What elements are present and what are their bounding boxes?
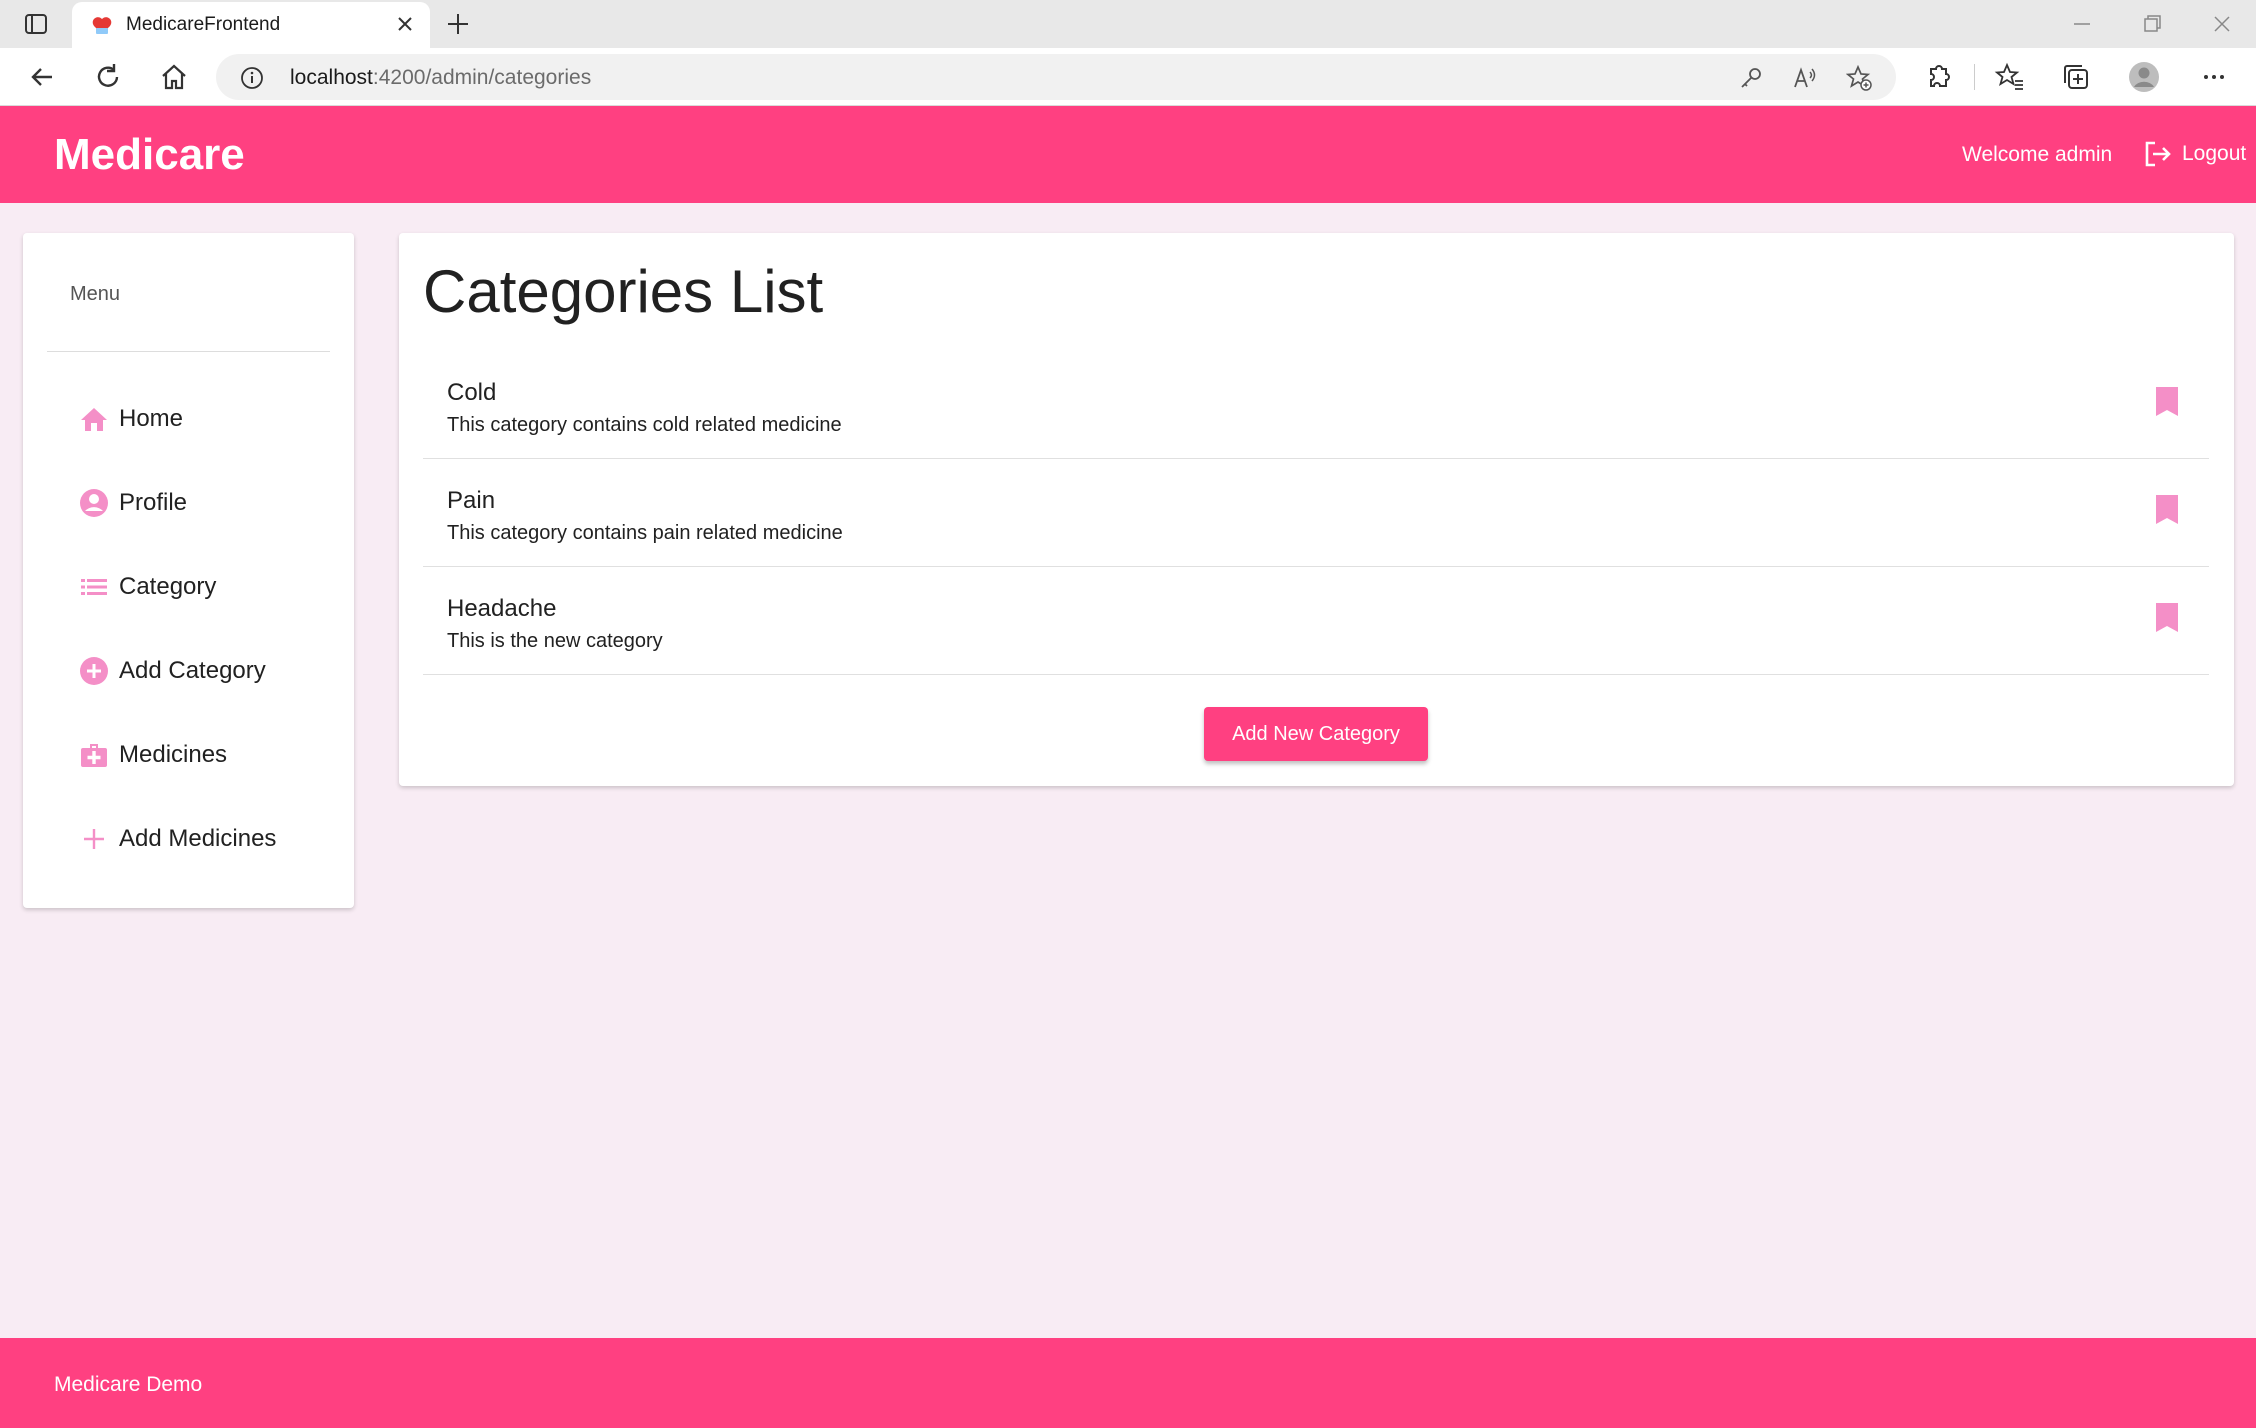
profile-avatar-icon[interactable] xyxy=(2128,61,2160,93)
app-footer: Medicare Demo xyxy=(0,1338,2256,1428)
address-toolbar: localhost:4200/admin/categories xyxy=(0,48,2256,106)
page-title: Categories List xyxy=(423,258,824,325)
category-description: This is the new category xyxy=(447,630,663,652)
bookmark-icon[interactable] xyxy=(2155,495,2179,525)
list-icon xyxy=(81,579,107,595)
bookmark-icon[interactable] xyxy=(2155,603,2179,633)
new-tab-icon[interactable] xyxy=(444,10,472,38)
url-field[interactable]: localhost:4200/admin/categories xyxy=(216,54,1896,100)
logout-icon xyxy=(2145,141,2171,167)
category-name: Pain xyxy=(447,487,496,514)
logout-label: Logout xyxy=(2182,142,2247,165)
close-window-icon[interactable] xyxy=(2208,10,2236,38)
category-name: Cold xyxy=(447,379,497,406)
sidebar-item-category[interactable]: Category xyxy=(78,567,216,607)
back-icon[interactable] xyxy=(26,61,58,93)
category-list: Cold This category contains cold related… xyxy=(423,351,2209,675)
list-item[interactable]: Headache This is the new category xyxy=(423,567,2209,675)
bookmark-icon[interactable] xyxy=(2155,387,2179,417)
add-circle-icon xyxy=(80,657,108,685)
toolbar-divider xyxy=(1974,64,1975,90)
sidebar-item-home[interactable]: Home xyxy=(78,399,183,439)
account-circle-icon xyxy=(80,489,108,517)
list-item[interactable]: Cold This category contains cold related… xyxy=(423,351,2209,459)
password-key-icon[interactable] xyxy=(1738,65,1764,91)
categories-card: Categories List Cold This category conta… xyxy=(399,233,2234,786)
tab-actions-icon[interactable] xyxy=(20,10,52,38)
app-header: Medicare Welcome admin Logout xyxy=(0,106,2256,203)
home-icon xyxy=(81,408,107,431)
minimize-icon[interactable] xyxy=(2068,10,2096,38)
category-description: This category contains pain related medi… xyxy=(447,522,843,544)
url-text: localhost:4200/admin/categories xyxy=(290,66,592,89)
logout-button[interactable]: Logout xyxy=(2142,136,2246,172)
plus-icon xyxy=(84,829,104,849)
category-description: This category contains cold related medi… xyxy=(447,414,842,436)
list-item[interactable]: Pain This category contains pain related… xyxy=(423,459,2209,567)
favorites-icon[interactable] xyxy=(1994,61,2026,93)
site-info-icon[interactable] xyxy=(240,66,264,90)
add-new-category-button[interactable]: Add New Category xyxy=(1204,707,1428,761)
sidebar-item-label: Category xyxy=(119,573,217,600)
sidebar-item-profile[interactable]: Profile xyxy=(78,483,187,523)
sidebar-item-add-category[interactable]: Add Category xyxy=(78,651,266,691)
welcome-text: Welcome admin xyxy=(1962,143,2113,166)
read-aloud-icon[interactable] xyxy=(1792,65,1818,91)
category-name: Headache xyxy=(447,595,557,622)
menu-heading: Menu xyxy=(70,283,121,305)
collections-icon[interactable] xyxy=(2060,61,2092,93)
restore-icon[interactable] xyxy=(2138,10,2166,38)
sidebar-item-label: Add Medicines xyxy=(119,825,277,852)
sidebar-item-label: Home xyxy=(119,405,184,432)
menu-divider xyxy=(47,351,330,352)
extensions-icon[interactable] xyxy=(1922,61,1954,93)
medical-bag-icon xyxy=(81,744,107,767)
sidebar-item-add-medicines[interactable]: Add Medicines xyxy=(78,819,276,859)
sidebar-item-label: Add Category xyxy=(119,657,266,684)
footer-text: Medicare Demo xyxy=(54,1373,203,1396)
medicare-favicon-icon xyxy=(92,17,112,34)
refresh-icon[interactable] xyxy=(92,61,124,93)
browser-tab[interactable]: MedicareFrontend xyxy=(72,2,430,48)
brand-title[interactable]: Medicare xyxy=(54,130,245,180)
sidebar-item-label: Profile xyxy=(119,489,188,516)
tab-title: MedicareFrontend xyxy=(126,14,281,35)
sidebar-item-medicines[interactable]: Medicines xyxy=(78,735,227,775)
sidebar-item-label: Medicines xyxy=(119,741,228,768)
close-tab-icon[interactable] xyxy=(394,13,416,35)
more-options-icon[interactable] xyxy=(2198,61,2230,93)
sidebar-menu: Menu Home Profile Category Add Category … xyxy=(23,233,354,908)
add-favorite-icon[interactable] xyxy=(1846,65,1872,91)
browser-tab-bar: MedicareFrontend xyxy=(0,0,2256,48)
home-browser-icon[interactable] xyxy=(158,61,190,93)
